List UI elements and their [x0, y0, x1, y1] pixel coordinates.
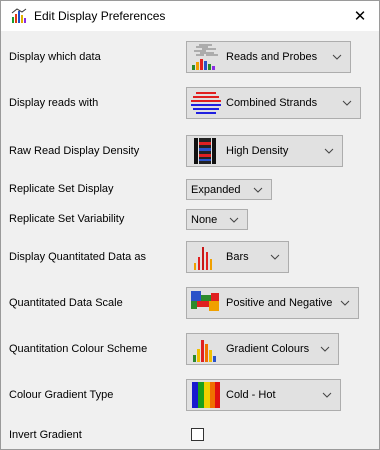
replicate-set-variability-combo[interactable]: None [186, 209, 248, 230]
display-which-data-value: Reads and Probes [226, 51, 318, 63]
quantitated-data-scale-label: Quantitated Data Scale [9, 297, 123, 309]
replicate-set-variability-value: None [191, 213, 218, 226]
quantitation-colour-scheme-combo[interactable]: Gradient Colours [186, 333, 339, 365]
chevron-down-icon [270, 254, 280, 260]
colour-gradient-type-value: Cold - Hot [226, 389, 276, 401]
chevron-down-icon [322, 392, 332, 398]
combined-strands-icon [191, 92, 221, 114]
invert-gradient-checkbox[interactable] [191, 428, 204, 441]
raw-read-display-density-combo[interactable]: High Density [186, 135, 343, 167]
bars-icon [194, 247, 212, 270]
row-quantitated-data-scale: Quantitated Data Scale Positive and Nega… [1, 287, 379, 319]
positive-negative-icon [191, 291, 219, 311]
replicate-set-display-value: Expanded [191, 183, 241, 196]
replicate-set-display-label: Replicate Set Display [9, 183, 114, 195]
chevron-down-icon [229, 217, 239, 223]
display-quantitated-data-as-combo[interactable]: Bars [186, 241, 289, 273]
cold-hot-icon [192, 382, 220, 408]
chevron-down-icon [342, 100, 352, 106]
display-which-data-combo[interactable]: Reads and Probes [186, 41, 351, 73]
display-reads-with-value: Combined Strands [226, 97, 318, 109]
app-icon [11, 8, 27, 23]
display-reads-with-label: Display reads with [9, 97, 99, 109]
gradient-colours-icon [193, 340, 216, 362]
replicate-set-variability-label: Replicate Set Variability [9, 213, 125, 225]
row-raw-read-display-density: Raw Read Display Density High Density [1, 135, 379, 167]
colour-gradient-type-combo[interactable]: Cold - Hot [186, 379, 341, 411]
row-display-reads-with: Display reads with Combined Strands [1, 87, 379, 119]
chevron-down-icon [320, 346, 330, 352]
chevron-down-icon [253, 187, 263, 193]
title-bar: Edit Display Preferences ✕ [1, 1, 379, 31]
row-invert-gradient: Invert Gradient [1, 427, 379, 443]
row-replicate-set-display: Replicate Set Display Expanded [1, 179, 379, 200]
chevron-down-icon [340, 300, 350, 306]
display-quantitated-data-as-label: Display Quantitated Data as [9, 251, 146, 263]
quantitation-colour-scheme-label: Quantitation Colour Scheme [9, 343, 148, 355]
quantitated-data-scale-combo[interactable]: Positive and Negative [186, 287, 359, 319]
colour-gradient-type-label: Colour Gradient Type [9, 389, 114, 401]
raw-read-display-density-label: Raw Read Display Density [9, 145, 140, 157]
row-colour-gradient-type: Colour Gradient Type Cold - Hot [1, 379, 379, 411]
reads-and-probes-icon [192, 44, 218, 70]
display-reads-with-combo[interactable]: Combined Strands [186, 87, 361, 119]
edit-display-preferences-dialog: Edit Display Preferences ✕ Display which… [0, 0, 380, 450]
invert-gradient-label: Invert Gradient [9, 429, 82, 441]
quantitated-data-scale-value: Positive and Negative [226, 297, 333, 309]
chevron-down-icon [332, 54, 342, 60]
row-replicate-set-variability: Replicate Set Variability None [1, 209, 379, 230]
display-quantitated-data-as-value: Bars [226, 251, 249, 263]
close-button[interactable]: ✕ [341, 1, 379, 31]
raw-read-display-density-value: High Density [226, 145, 289, 157]
row-display-quantitated-data-as: Display Quantitated Data as Bars [1, 241, 379, 273]
row-quantitation-colour-scheme: Quantitation Colour Scheme Gradient Colo… [1, 333, 379, 365]
replicate-set-display-combo[interactable]: Expanded [186, 179, 272, 200]
chevron-down-icon [324, 148, 334, 154]
window-title: Edit Display Preferences [34, 9, 166, 23]
display-which-data-label: Display which data [9, 51, 101, 63]
quantitation-colour-scheme-value: Gradient Colours [226, 343, 310, 355]
high-density-icon [194, 138, 216, 164]
row-display-which-data: Display which data Reads and Probes [1, 41, 379, 73]
